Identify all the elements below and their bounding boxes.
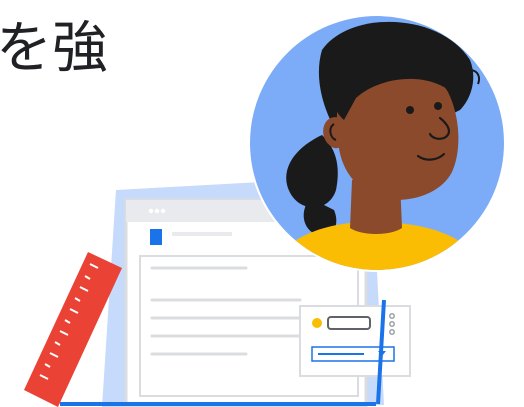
window-controls [148,208,166,214]
form-card [299,305,411,377]
hero-illustration [24,14,506,407]
text-field [327,316,371,330]
doc-icon [150,229,162,245]
status-dot [312,318,322,328]
